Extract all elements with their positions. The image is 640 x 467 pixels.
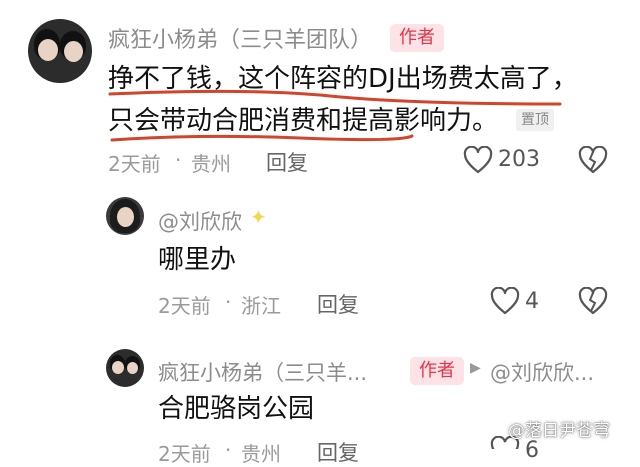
comment-location: 贵州 xyxy=(191,152,231,176)
sparkle-icon: ✦ xyxy=(250,205,267,229)
reply-time: 2天前 xyxy=(158,294,211,318)
reply-avatar[interactable] xyxy=(106,197,144,235)
reply-button[interactable]: 回复 xyxy=(266,147,308,177)
author-badge: 作者 xyxy=(410,357,464,385)
like-count: 6 xyxy=(525,438,539,463)
reply-location: 浙江 xyxy=(241,294,281,318)
reply-arrow-icon: ▶ xyxy=(470,360,481,376)
avatar-face-left xyxy=(112,361,124,374)
reply-button[interactable]: 回复 xyxy=(317,437,359,467)
heart-icon[interactable] xyxy=(463,146,493,174)
heart-icon[interactable] xyxy=(490,287,520,315)
reply-text: 合肥骆岗公园 xyxy=(158,394,315,424)
like-count: 4 xyxy=(525,289,539,314)
dislike-icon[interactable] xyxy=(578,146,608,174)
meta-separator: · xyxy=(225,290,232,314)
reply-avatar[interactable] xyxy=(106,349,144,387)
reply-username[interactable]: @刘欣欣 xyxy=(158,206,242,236)
reply-to-user[interactable]: @刘欣欣... xyxy=(490,357,594,387)
reply-username[interactable]: 疯狂小杨弟（三只羊... xyxy=(158,357,367,387)
comment-time: 2天前 xyxy=(108,152,161,176)
reply-location: 贵州 xyxy=(241,442,281,466)
like-count: 203 xyxy=(498,147,540,172)
avatar-face-right xyxy=(127,362,138,374)
reply-text: 哪里办 xyxy=(158,245,237,275)
watermark: @落日尹苍穹 xyxy=(508,421,610,441)
meta-separator: · xyxy=(175,148,182,172)
reply-button[interactable]: 回复 xyxy=(317,289,359,319)
reply-time: 2天前 xyxy=(158,442,211,466)
avatar-face xyxy=(117,207,134,227)
dislike-icon[interactable] xyxy=(578,287,608,315)
meta-separator: · xyxy=(225,438,232,462)
red-underline-annotation xyxy=(108,89,562,142)
